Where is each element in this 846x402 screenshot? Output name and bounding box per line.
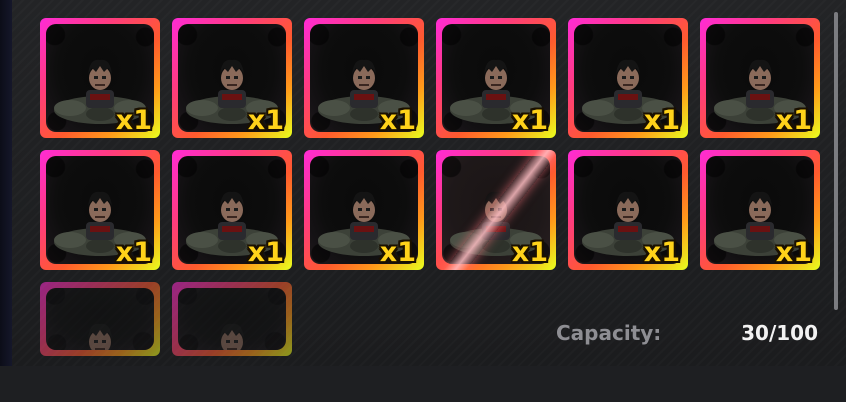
slot-background (46, 24, 154, 132)
slot-background (178, 24, 286, 132)
inventory-slot[interactable]: x1 (40, 18, 160, 138)
slot-background (442, 156, 550, 264)
character-portrait-icon (714, 59, 806, 124)
character-portrait-icon (714, 191, 806, 256)
slot-background (442, 24, 550, 132)
inventory-slot[interactable] (40, 282, 160, 356)
character-portrait-icon (88, 323, 112, 350)
character-portrait-icon (582, 191, 674, 256)
capacity-value: 30/100 (741, 321, 818, 345)
window-edge (0, 0, 12, 366)
slot-background (706, 156, 814, 264)
slot-background (574, 24, 682, 132)
slot-background (178, 156, 286, 264)
inventory-slot[interactable]: x1 (172, 18, 292, 138)
character-portrait-icon (318, 191, 410, 256)
inventory-slot[interactable]: x1 (304, 150, 424, 270)
character-portrait-icon (318, 59, 410, 124)
inventory-grid: x1 x1 x1 x1 x1 x1 x1 x1 x1 x1 x1 x1 (40, 18, 820, 402)
character-portrait-icon (450, 59, 542, 124)
inventory-slot[interactable]: x1 (172, 150, 292, 270)
character-portrait-icon (220, 323, 244, 350)
slot-background (310, 24, 418, 132)
inventory-slot[interactable]: x1 (568, 18, 688, 138)
capacity-label: Capacity: (556, 321, 662, 345)
scrollbar[interactable] (834, 12, 838, 310)
character-portrait-icon (582, 59, 674, 124)
character-portrait-icon (54, 59, 146, 124)
character-portrait-icon (186, 191, 278, 256)
slot-background (574, 156, 682, 264)
inventory-slot[interactable]: x1 (700, 18, 820, 138)
slot-background (178, 288, 286, 350)
inventory-slot[interactable]: x1 (304, 18, 424, 138)
inventory-slot[interactable]: x1 (436, 150, 556, 270)
character-portrait-icon (54, 191, 146, 256)
inventory-slot[interactable]: x1 (568, 150, 688, 270)
character-portrait-icon (450, 191, 542, 256)
inventory-slot[interactable]: x1 (40, 150, 160, 270)
inventory-slot[interactable]: x1 (436, 18, 556, 138)
slot-background (310, 156, 418, 264)
slot-background (706, 24, 814, 132)
inventory-slot[interactable]: x1 (700, 150, 820, 270)
inventory-slot[interactable] (172, 282, 292, 356)
slot-background (46, 288, 154, 350)
character-portrait-icon (186, 59, 278, 124)
slot-background (46, 156, 154, 264)
